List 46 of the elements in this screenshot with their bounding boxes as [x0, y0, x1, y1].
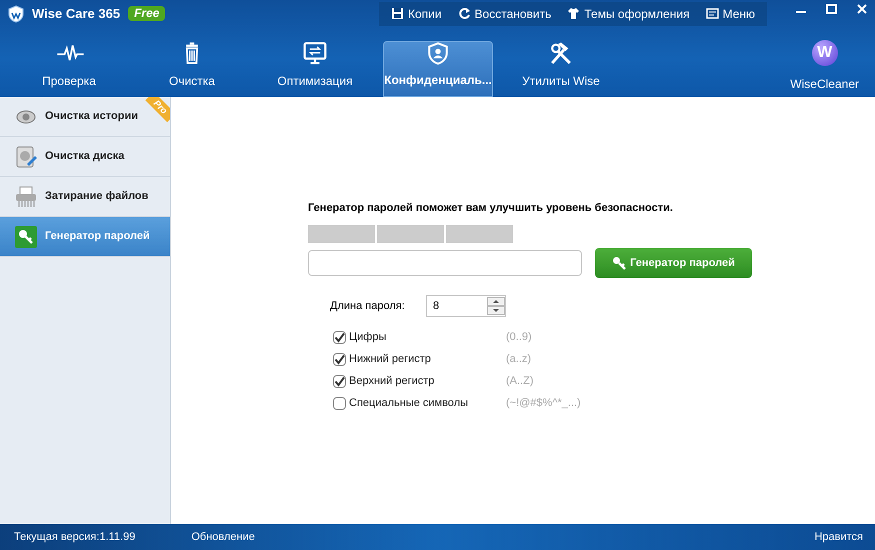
option-label[interactable]: Верхний регистр — [349, 372, 506, 390]
edition-badge: Free — [128, 6, 166, 21]
top-menu-button[interactable]: Меню — [706, 4, 755, 22]
sidebar-item[interactable]: Очистка диска — [0, 137, 170, 177]
top-menu-button[interactable]: Копии — [390, 4, 442, 22]
wisecleaner-link[interactable]: W WiseCleaner — [790, 37, 859, 97]
pro-ribbon: Pro — [145, 97, 170, 122]
option-range: (a..z) — [506, 352, 532, 367]
password-field[interactable] — [308, 250, 582, 276]
update-link[interactable]: Обновление — [191, 528, 255, 546]
heading-text: Генератор паролей поможет вам улучшить уровень безопасности. — [308, 201, 674, 216]
option-checkbox[interactable] — [333, 352, 346, 366]
nav-tab[interactable]: Оптимизация — [260, 41, 370, 97]
option-checkbox[interactable] — [333, 374, 346, 388]
like-link[interactable]: Нравится — [814, 528, 863, 546]
nav-tab[interactable]: Конфиденциаль... — [383, 41, 493, 97]
nav-tab[interactable]: Проверка — [14, 41, 124, 97]
option-range: (A..Z) — [506, 374, 534, 389]
option-checkbox[interactable] — [333, 330, 346, 344]
menu-icon — [706, 7, 719, 20]
hard-disk-icon — [15, 146, 37, 168]
top-menu-button[interactable]: Темы оформления — [567, 4, 690, 22]
wisecleaner-logo: W — [812, 40, 838, 66]
top-menu-button[interactable]: Восстановить — [458, 4, 552, 22]
nav-tab[interactable]: Очистка — [137, 41, 247, 97]
refresh-icon — [458, 7, 471, 20]
option-label[interactable]: Цифры — [349, 328, 506, 346]
t-shirt-icon — [567, 7, 580, 20]
maximize-icon[interactable] — [826, 4, 837, 14]
length-spinner[interactable]: 8 — [426, 295, 506, 317]
sidebar-item[interactable]: Очистка истории Pro — [0, 97, 170, 137]
option-label[interactable]: Специальные символы — [349, 394, 506, 412]
option-checkbox[interactable] — [333, 396, 346, 410]
close-icon[interactable] — [857, 4, 867, 14]
shredder-icon — [15, 186, 37, 208]
key-icon — [15, 226, 37, 248]
spinner-arrows-icon[interactable] — [487, 297, 505, 315]
shield-logo-icon — [8, 4, 24, 22]
key-icon — [612, 256, 626, 270]
window-title: Wise Care 365 — [32, 4, 120, 23]
option-range: (~!@#$%^*_...) — [506, 396, 581, 411]
option-range: (0..9) — [506, 330, 532, 345]
length-label: Длина пароля: — [330, 298, 406, 314]
version-text: Текущая версия:1.11.99 — [14, 530, 136, 545]
nav-tab[interactable]: Утилиты Wise — [506, 41, 616, 97]
option-label[interactable]: Нижний регистр — [349, 350, 506, 368]
